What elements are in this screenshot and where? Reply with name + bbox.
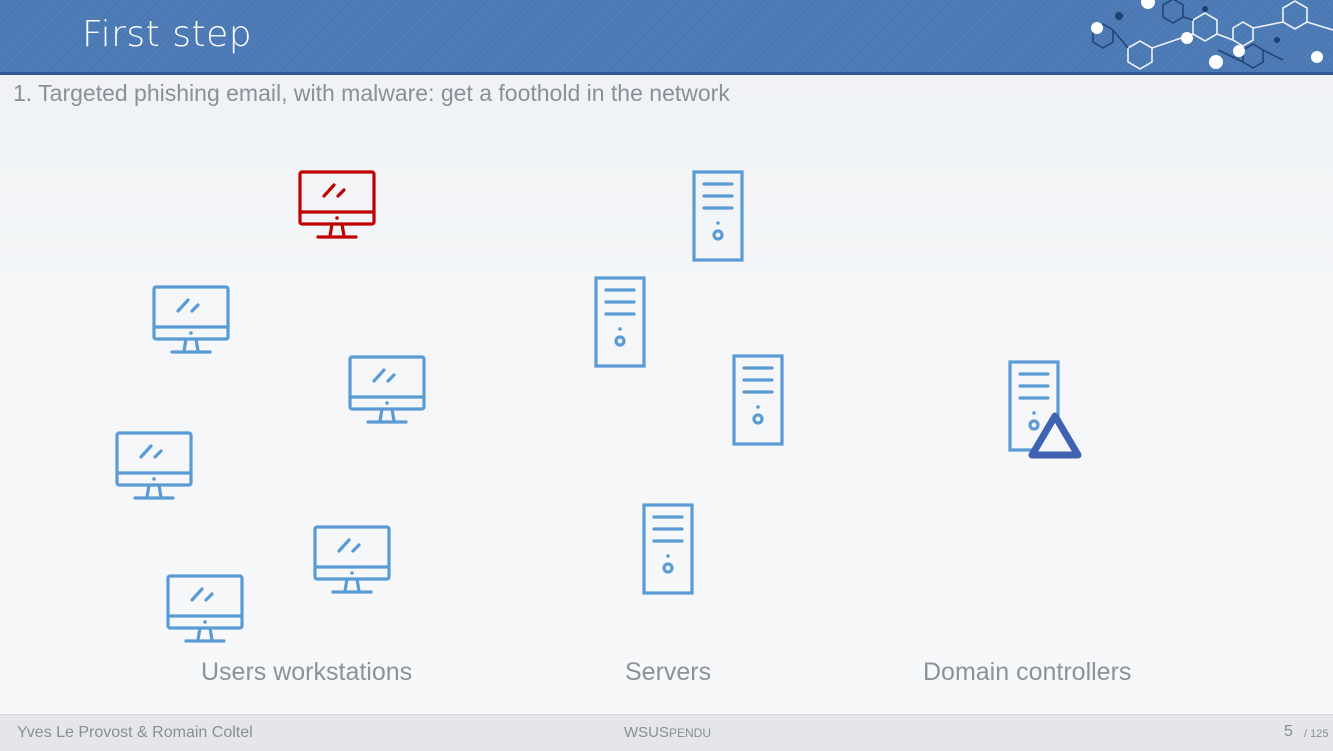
slide-header: First step <box>0 0 1333 75</box>
domain-controllers-label: Domain controllers <box>923 658 1132 686</box>
footer-project-name: WSUSPENDU <box>624 724 711 741</box>
servers-label: Servers <box>625 658 712 686</box>
footer-project-suffix: PENDU <box>669 726 712 740</box>
hexagon-network-decoration <box>1091 0 1333 70</box>
footer-page-total: / 125 <box>1304 728 1329 740</box>
slide-footer: Yves Le Provost & Romain Coltel WSUSPEND… <box>0 714 1333 751</box>
workstation-icon <box>166 574 244 643</box>
server-tower-icon <box>692 170 744 262</box>
workstation-icon <box>115 431 193 500</box>
workstation-icon <box>348 355 426 424</box>
users-workstations-label: Users workstations <box>201 658 413 686</box>
server-tower-icon <box>642 503 694 595</box>
slide-title: First step <box>82 14 253 55</box>
footer-page-number: 5 <box>1284 723 1293 740</box>
footer-project-prefix: WSUS <box>624 724 669 741</box>
workstation-icon <box>313 525 391 594</box>
slide-subtitle: 1. Targeted phishing email, with malware… <box>13 80 730 106</box>
workstation-icon <box>152 285 230 354</box>
domain-controller-icon <box>1008 360 1082 459</box>
triangle-badge-icon <box>1028 412 1082 459</box>
footer-authors: Yves Le Provost & Romain Coltel <box>17 724 253 741</box>
server-tower-icon <box>594 276 646 368</box>
compromised-workstation-icon <box>298 170 376 239</box>
server-tower-icon <box>732 354 784 446</box>
